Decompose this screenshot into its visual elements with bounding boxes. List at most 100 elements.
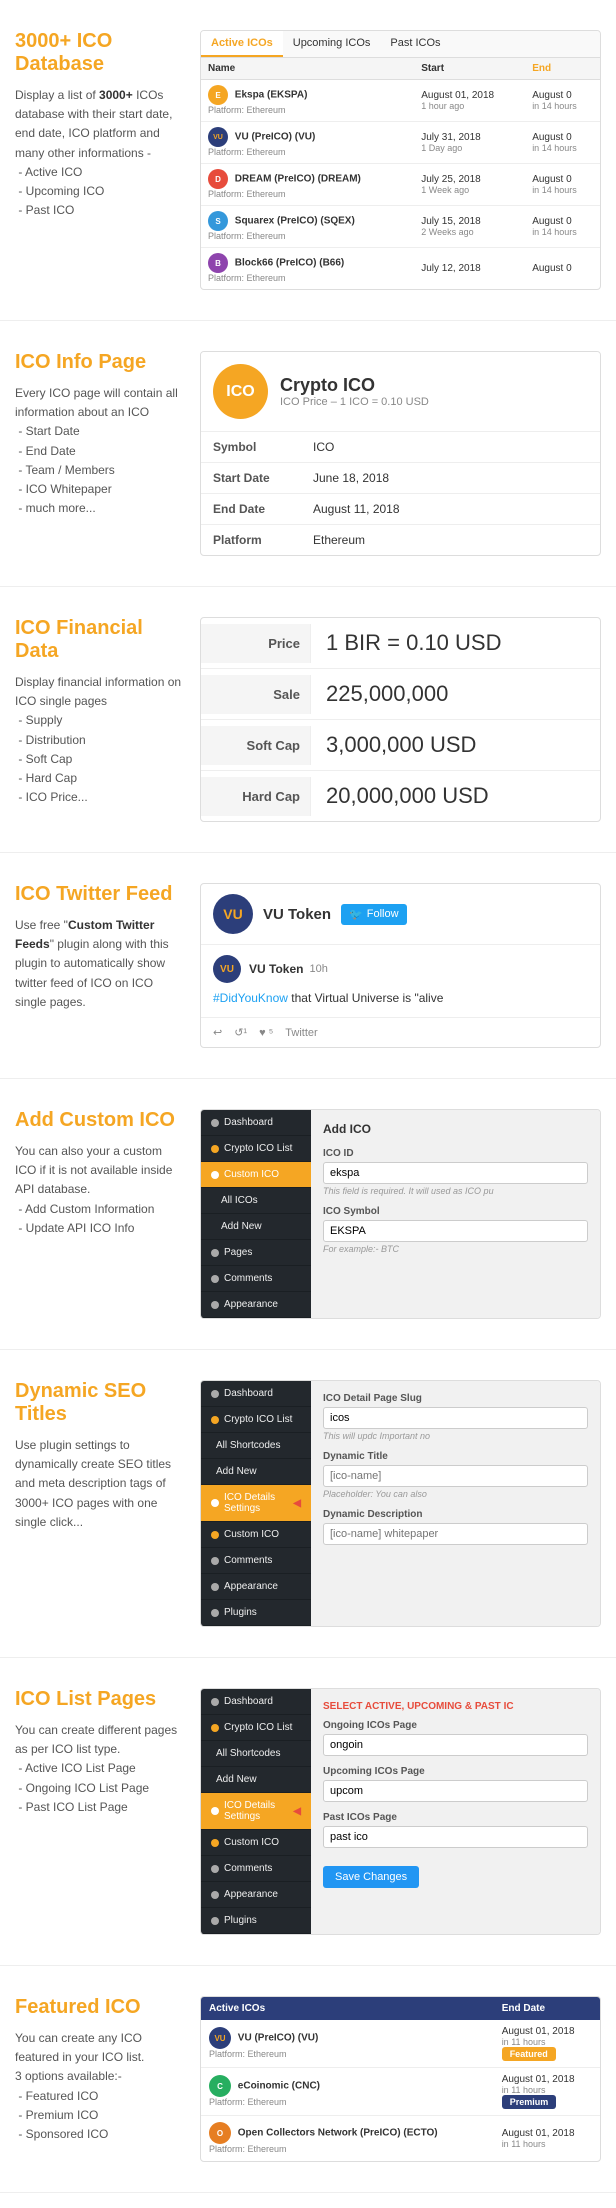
section-desc-featured: You can create any ICO featured in your …	[15, 2029, 185, 2144]
sidebar-item-dashboard[interactable]: Dashboard	[201, 1110, 311, 1136]
tab-active-icos[interactable]: Active ICOs	[201, 31, 283, 57]
twitter-follow-button[interactable]: 🐦 Follow	[341, 904, 407, 925]
admin-input-upcoming[interactable]	[323, 1780, 588, 1802]
featured-row: O Open Collectors Network (PreICO) (ECTO…	[201, 2116, 600, 2162]
sidebar-list-appearance[interactable]: Appearance	[201, 1882, 311, 1908]
featured-ico-name-cell: C eCoinomic (CNC) Platform: Ethereum	[201, 2068, 494, 2116]
ico-info-value: August 11, 2018	[313, 502, 400, 516]
sidebar-list-crypto[interactable]: Crypto ICO List	[201, 1715, 311, 1741]
ico-start-cell: July 15, 2018 2 Weeks ago	[414, 206, 525, 248]
dot	[211, 1917, 219, 1925]
ico-info-price: ICO Price – 1 ICO = 0.10 USD	[280, 396, 429, 408]
label: All Shortcodes	[216, 1748, 280, 1759]
ico-end-date: August 0	[532, 174, 593, 185]
twitter-hashtag: #DidYouKnow	[213, 991, 288, 1005]
ico-platform: Platform: Ethereum	[208, 189, 286, 199]
admin-field-hint-title: Placeholder: You can also	[323, 1489, 588, 1499]
tab-upcoming-icos[interactable]: Upcoming ICOs	[283, 31, 381, 57]
admin-input-ico-symbol[interactable]	[323, 1220, 588, 1242]
admin-field-ico-id: ICO ID This field is required. It will u…	[323, 1148, 588, 1196]
section-right-add-custom: Dashboard Crypto ICO List Custom ICO All…	[200, 1109, 601, 1319]
admin-input-slug[interactable]	[323, 1407, 588, 1429]
ico-name: Ekspa (EKSPA)	[235, 90, 308, 101]
sidebar-item-crypto-ico-list[interactable]: Crypto ICO List	[201, 1136, 311, 1162]
ico-end-date: August 0	[532, 90, 593, 101]
label: Appearance	[224, 1889, 278, 1900]
ico-logo: E	[208, 85, 228, 105]
section-title-twitter: ICO Twitter Feed	[15, 883, 185, 906]
sidebar-item-add-new[interactable]: Add New	[201, 1214, 311, 1240]
section-left-financial: ICO Financial Data Display financial inf…	[15, 617, 200, 822]
sidebar-seo-comments[interactable]: Comments	[201, 1548, 311, 1574]
sidebar-dot-custom	[211, 1171, 219, 1179]
admin-input-dynamic-title[interactable]	[323, 1465, 588, 1487]
sidebar-seo-appearance[interactable]: Appearance	[201, 1574, 311, 1600]
featured-ico-name-cell: O Open Collectors Network (PreICO) (ECTO…	[201, 2116, 494, 2162]
featured-row: C eCoinomic (CNC) Platform: Ethereum Aug…	[201, 2068, 600, 2116]
twitter-like-action[interactable]: ♥ ⁵	[259, 1027, 273, 1039]
financial-row-softcap: Soft Cap 3,000,000 USD	[201, 720, 600, 771]
follow-label: Follow	[367, 908, 399, 920]
section-desc-list-pages: You can create different pages as per IC…	[15, 1721, 185, 1817]
save-changes-button[interactable]: Save Changes	[323, 1866, 419, 1888]
ico-end-cell: August 0	[525, 248, 600, 290]
sidebar-list-comments[interactable]: Comments	[201, 1856, 311, 1882]
sidebar-list-add-new[interactable]: Add New	[201, 1767, 311, 1793]
sidebar-list-all-shortcodes[interactable]: All Shortcodes	[201, 1741, 311, 1767]
admin-input-ongoing[interactable]	[323, 1734, 588, 1756]
sidebar-label-dashboard: Dashboard	[224, 1117, 273, 1128]
sidebar-seo-plugins[interactable]: Plugins	[201, 1600, 311, 1626]
admin-field-dynamic-title: Dynamic Title Placeholder: You can also	[323, 1451, 588, 1499]
ico-info-label: Start Date	[213, 471, 313, 485]
table-row: D DREAM (PreICO) (DREAM) Platform: Ether…	[201, 164, 600, 206]
sidebar-seo-crypto-list[interactable]: Crypto ICO List	[201, 1407, 311, 1433]
ico-name: DREAM (PreICO) (DREAM)	[235, 174, 361, 185]
sidebar-seo-custom-ico[interactable]: Custom ICO	[201, 1522, 311, 1548]
ico-info-icon: ICO	[213, 364, 268, 419]
ico-start-date: August 01, 2018	[421, 90, 518, 101]
ico-info-row: Start Date June 18, 2018	[201, 463, 600, 494]
sidebar-item-custom-ico[interactable]: Custom ICO	[201, 1162, 311, 1188]
ico-name-cell: E Ekspa (EKSPA) Platform: Ethereum	[201, 80, 414, 122]
sidebar-seo-details-settings[interactable]: ICO Details Settings ◀	[201, 1485, 311, 1522]
sidebar-list-plugins[interactable]: Plugins	[201, 1908, 311, 1934]
sidebar-seo-dashboard[interactable]: Dashboard	[201, 1381, 311, 1407]
sidebar-item-comments[interactable]: Comments	[201, 1266, 311, 1292]
admin-field-label-slug: ICO Detail Page Slug	[323, 1393, 588, 1404]
sidebar-list-details-settings[interactable]: ICO Details Settings ◀	[201, 1793, 311, 1830]
ico-platform: Platform: Ethereum	[208, 147, 286, 157]
ico-end-date: August 0	[532, 263, 593, 274]
ico-info-label: End Date	[213, 502, 313, 516]
featured-end-ago: in 11 hours	[502, 2139, 592, 2149]
ico-start-cell: July 31, 2018 1 Day ago	[414, 122, 525, 164]
dot	[211, 1865, 219, 1873]
financial-label-sale: Sale	[201, 675, 311, 714]
twitter-post-time: 10h	[309, 963, 327, 975]
admin-input-past[interactable]	[323, 1826, 588, 1848]
ico-info-card: ICO Crypto ICO ICO Price – 1 ICO = 0.10 …	[200, 351, 601, 556]
admin-input-dynamic-desc[interactable]	[323, 1523, 588, 1545]
section-title-list-pages: ICO List Pages	[15, 1688, 185, 1711]
ico-end-date: August 0	[532, 216, 593, 227]
sidebar-item-all-icos[interactable]: All ICOs	[201, 1188, 311, 1214]
ico-platform: Platform: Ethereum	[208, 273, 286, 283]
featured-row: VU VU (PreICO) (VU) Platform: Ethereum A…	[201, 2020, 600, 2068]
col-header-end: End	[525, 58, 600, 80]
section-ico-info: ICO Info Page Every ICO page will contai…	[0, 321, 616, 587]
featured-end-ago: in 11 hours	[502, 2037, 592, 2047]
col-header-name: Name	[201, 58, 414, 80]
sidebar-list-custom-ico[interactable]: Custom ICO	[201, 1830, 311, 1856]
twitter-retweet-action[interactable]: ↺¹	[234, 1026, 247, 1039]
tab-past-icos[interactable]: Past ICOs	[380, 31, 450, 57]
twitter-reply-action[interactable]: ↩	[213, 1026, 222, 1039]
sidebar-seo-add-new[interactable]: Add New	[201, 1459, 311, 1485]
ico-table-wrapper: Active ICOs Upcoming ICOs Past ICOs Name…	[200, 30, 601, 290]
featured-end-date: August 01, 2018	[502, 2074, 592, 2085]
ico-start-date: July 25, 2018	[421, 174, 518, 185]
sidebar-item-appearance[interactable]: Appearance	[201, 1292, 311, 1318]
sidebar-item-pages[interactable]: Pages	[201, 1240, 311, 1266]
ico-info-title: Crypto ICO	[280, 375, 429, 396]
sidebar-seo-all-shortcodes[interactable]: All Shortcodes	[201, 1433, 311, 1459]
sidebar-list-dashboard[interactable]: Dashboard	[201, 1689, 311, 1715]
admin-input-ico-id[interactable]	[323, 1162, 588, 1184]
